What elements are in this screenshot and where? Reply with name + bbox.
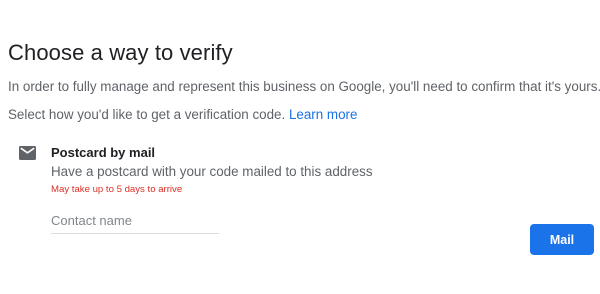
instruction-text: Select how you'd like to get a verificat… xyxy=(8,107,286,122)
option-title: Postcard by mail xyxy=(51,145,156,160)
option-description: Have a postcard with your code mailed to… xyxy=(51,164,373,179)
instruction-line: Select how you'd like to get a verificat… xyxy=(8,107,357,122)
mail-button[interactable]: Mail xyxy=(530,224,594,255)
verification-page: Choose a way to verify In order to fully… xyxy=(0,0,600,294)
contact-name-field xyxy=(51,209,219,234)
contact-name-input[interactable] xyxy=(51,209,219,231)
learn-more-link[interactable]: Learn more xyxy=(289,107,357,122)
delivery-warning: May take up to 5 days to arrive xyxy=(51,184,183,195)
envelope-icon xyxy=(19,146,36,160)
intro-text: In order to fully manage and represent t… xyxy=(8,79,600,94)
page-title: Choose a way to verify xyxy=(8,40,233,65)
